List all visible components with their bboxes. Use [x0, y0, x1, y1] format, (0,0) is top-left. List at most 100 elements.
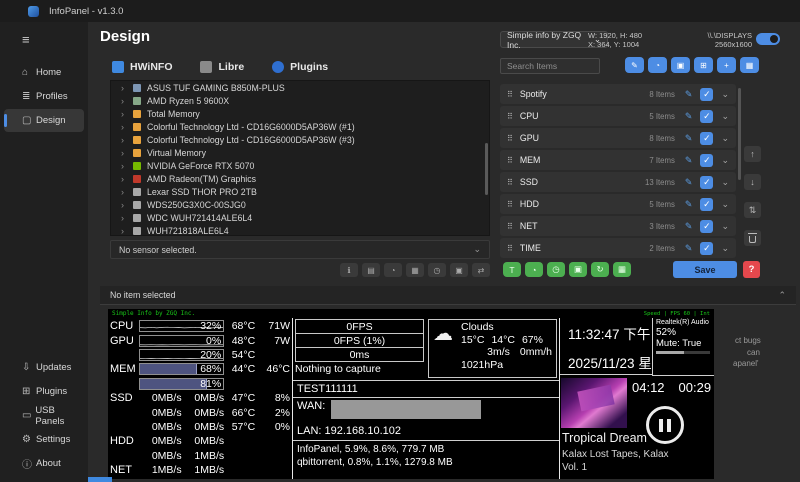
edit-icon[interactable]: ✎ [685, 89, 693, 100]
expand-chevron-icon[interactable]: › [121, 135, 133, 145]
group-row-ssd[interactable]: ⠿SSD13 Items✎✓⌄ [500, 172, 736, 192]
drag-handle-icon[interactable]: ⠿ [507, 134, 513, 143]
chevron-down-icon[interactable]: ⌄ [721, 133, 729, 144]
chevron-down-icon[interactable]: ⌄ [721, 111, 729, 122]
sensor-swap-button[interactable]: ⇄ [472, 263, 490, 277]
expand-chevron-icon[interactable]: › [121, 226, 133, 236]
group-checkbox[interactable]: ✓ [700, 88, 713, 101]
drag-handle-icon[interactable]: ⠿ [507, 156, 513, 165]
tree-row[interactable]: ›WDC WUH721414ALE6L4 [111, 211, 489, 224]
expand-chevron-icon[interactable]: › [121, 109, 133, 119]
group-checkbox[interactable]: ✓ [700, 176, 713, 189]
menu-toggle-button[interactable]: ≡ [22, 32, 38, 47]
chevron-down-icon[interactable]: ⌄ [721, 243, 729, 254]
tab-hwinfo[interactable]: HWiNFO [112, 61, 172, 73]
expand-chevron-icon[interactable]: › [121, 200, 133, 210]
chevron-down-icon[interactable]: ⌄ [721, 155, 729, 166]
tree-row[interactable]: ›WDS250G3X0C-00SJG0 [111, 198, 489, 211]
group-row-hdd[interactable]: ⠿HDD5 Items✎✓⌄ [500, 194, 736, 214]
sensor-list-button[interactable]: ▤ [362, 263, 380, 277]
tree-row[interactable]: ›NVIDIA GeForce RTX 5070 [111, 159, 489, 172]
group-scrollbar[interactable] [738, 88, 741, 180]
tree-row[interactable]: ›Lexar SSD THOR PRO 2TB [111, 185, 489, 198]
drag-handle-icon[interactable]: ⠿ [507, 244, 513, 253]
tab-plugins[interactable]: Plugins [272, 61, 328, 73]
list-delete-button[interactable] [744, 230, 761, 246]
group-checkbox[interactable]: ✓ [700, 110, 713, 123]
widget-refresh-button[interactable]: ↻ [591, 262, 609, 277]
tree-row[interactable]: ›Virtual Memory [111, 146, 489, 159]
sensor-clock-button[interactable]: ◷ [428, 263, 446, 277]
chevron-down-icon[interactable]: ⌄ [721, 89, 729, 100]
group-row-cpu[interactable]: ⠿CPU5 Items✎✓⌄ [500, 106, 736, 126]
sensor-info-button[interactable]: ℹ [340, 263, 358, 277]
group-checkbox[interactable]: ✓ [700, 132, 713, 145]
edit-icon[interactable]: ✎ [685, 243, 693, 254]
group-row-net[interactable]: ⠿NET3 Items✎✓⌄ [500, 216, 736, 236]
edit-icon[interactable]: ✎ [685, 133, 693, 144]
widget-image-button[interactable]: ▣ [569, 262, 587, 277]
sidebar-item-profiles[interactable]: ≣Profiles [4, 85, 84, 108]
sidebar-item-about[interactable]: ⓘAbout [4, 452, 84, 475]
edit-icon[interactable]: ✎ [685, 177, 693, 188]
drag-handle-icon[interactable]: ⠿ [507, 90, 513, 99]
expand-chevron-icon[interactable]: › [121, 83, 133, 93]
drag-handle-icon[interactable]: ⠿ [507, 222, 513, 231]
sidebar-item-home[interactable]: ⌂Home [4, 61, 84, 84]
chevron-down-icon[interactable]: ⌄ [721, 199, 729, 210]
add-plus-button[interactable]: + [717, 57, 736, 73]
group-row-mem[interactable]: ⠿MEM7 Items✎✓⌄ [500, 150, 736, 170]
sidebar-item-settings[interactable]: ⚙Settings [4, 428, 84, 451]
widget-text-button[interactable]: T [503, 262, 521, 277]
group-checkbox[interactable]: ✓ [700, 198, 713, 211]
display-toggle[interactable] [756, 33, 780, 45]
help-button[interactable]: ? [743, 261, 760, 278]
list-reorder-button[interactable]: ⇅ [744, 202, 761, 218]
tree-row[interactable]: ›AMD Ryzen 5 9600X [111, 94, 489, 107]
expand-chevron-icon[interactable]: › [121, 148, 133, 158]
expand-chevron-icon[interactable]: › [121, 174, 133, 184]
widget-grid-button[interactable]: ▦ [613, 262, 631, 277]
item-selection-bar[interactable]: No item selected ⌃ [100, 286, 796, 305]
sidebar-item-updates[interactable]: ⇩Updates [4, 356, 84, 379]
sensor-gauge-button[interactable]: ◔ [384, 263, 402, 277]
tree-row[interactable]: ›Colorful Technology Ltd - CD16G6000D5AP… [111, 133, 489, 146]
tree-row[interactable]: ›Total Memory [111, 107, 489, 120]
sidebar-item-usb-panels[interactable]: ▭USB Panels [4, 404, 84, 427]
add-grid-button[interactable]: ▦ [740, 57, 759, 73]
chevron-down-icon[interactable]: ⌄ [721, 221, 729, 232]
drag-handle-icon[interactable]: ⠿ [507, 178, 513, 187]
expand-chevron-icon[interactable]: › [121, 122, 133, 132]
tree-row[interactable]: ›AMD Radeon(TM) Graphics [111, 172, 489, 185]
list-move-down-button[interactable]: ↓ [744, 174, 761, 190]
edit-icon[interactable]: ✎ [685, 111, 693, 122]
pause-button[interactable] [646, 406, 684, 444]
edit-icon[interactable]: ✎ [685, 221, 693, 232]
search-input[interactable] [500, 58, 600, 74]
sidebar-item-design[interactable]: ▢Design [4, 109, 84, 132]
save-button[interactable]: Save [673, 261, 737, 278]
add-gauge-button[interactable]: ◔ [648, 57, 667, 73]
drag-handle-icon[interactable]: ⠿ [507, 112, 513, 121]
sidebar-item-plugins[interactable]: ⊞Plugins [4, 380, 84, 403]
group-checkbox[interactable]: ✓ [700, 154, 713, 167]
expand-chevron-icon[interactable]: › [121, 96, 133, 106]
widget-clock-button[interactable]: ◷ [547, 262, 565, 277]
group-checkbox[interactable]: ✓ [700, 242, 713, 255]
group-row-spotify[interactable]: ⠿Spotify8 Items✎✓⌄ [500, 84, 736, 104]
sensor-select-dropdown[interactable]: No sensor selected. ⌄ [110, 240, 490, 259]
tree-row[interactable]: ›ASUS TUF GAMING B850M-PLUS [111, 81, 489, 94]
widget-gauge-button[interactable]: ◔ [525, 262, 543, 277]
expand-chevron-icon[interactable]: › [121, 213, 133, 223]
expand-chevron-icon[interactable]: › [121, 187, 133, 197]
add-image-button[interactable]: ▣ [671, 57, 690, 73]
tree-row[interactable]: ›Colorful Technology Ltd - CD16G6000D5AP… [111, 120, 489, 133]
tab-libre[interactable]: Libre [200, 61, 244, 73]
group-row-gpu[interactable]: ⠿GPU8 Items✎✓⌄ [500, 128, 736, 148]
tree-row[interactable]: ›WUH721818ALE6L4 [111, 224, 489, 236]
sensor-bar-chart-button[interactable]: ▦ [406, 263, 424, 277]
group-row-time[interactable]: ⠿TIME2 Items✎✓⌄ [500, 238, 736, 258]
add-add-box-button[interactable]: ⊞ [694, 57, 713, 73]
expand-chevron-icon[interactable]: › [121, 161, 133, 171]
add-brush-button[interactable]: ✎ [625, 57, 644, 73]
